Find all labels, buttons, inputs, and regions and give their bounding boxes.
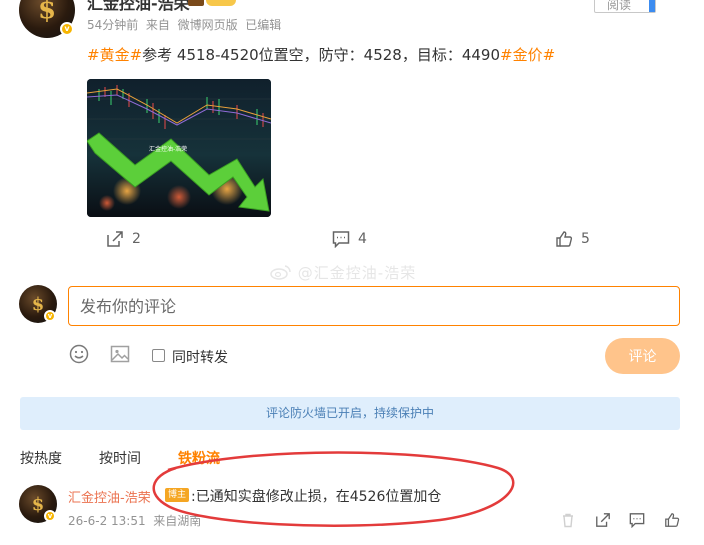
comment-input-box[interactable] bbox=[68, 286, 680, 326]
sort-tab-time[interactable]: 按时间 bbox=[99, 448, 141, 468]
falling-chart-image: 汇金控油-浩荣 bbox=[87, 79, 271, 217]
comment-meta: 26-6-2 13:51 来自湖南 bbox=[68, 512, 201, 529]
post-meta: 54分钟前 来自 微博网页版 已编辑 bbox=[87, 16, 281, 33]
post-author-name[interactable]: 汇金控油-浩荣 bbox=[87, 0, 190, 14]
comment-date: 26-6-2 13:51 bbox=[68, 514, 146, 528]
reply-icon[interactable] bbox=[629, 512, 645, 528]
emoji-icon[interactable] bbox=[69, 344, 89, 364]
sort-tab-hot[interactable]: 按热度 bbox=[20, 448, 62, 468]
comment-count: 4 bbox=[358, 231, 367, 247]
verified-icon: v bbox=[44, 510, 56, 522]
watermark-text: @汇金控油-浩荣 bbox=[297, 264, 417, 282]
image-caption: 汇金控油-浩荣 bbox=[149, 145, 187, 153]
verified-icon: v bbox=[44, 310, 56, 322]
weibo-logo-icon bbox=[270, 265, 291, 280]
comment-icon bbox=[332, 231, 350, 248]
comment-text: :已通知实盘修改止损，在4526位置加仓 bbox=[191, 489, 442, 505]
post-source[interactable]: 微博网页版 bbox=[178, 18, 238, 32]
post-time[interactable]: 54分钟前 bbox=[87, 18, 138, 32]
comment-firewall-notice: 评论防火墙已开启，持续保护中 bbox=[20, 397, 680, 430]
read-accent bbox=[649, 0, 655, 12]
hashtag-price[interactable]: #金价# bbox=[500, 46, 555, 64]
post-image[interactable]: 汇金控油-浩荣 bbox=[87, 79, 271, 217]
like-button[interactable]: 5 bbox=[555, 230, 590, 248]
read-count-button[interactable]: 阅读 bbox=[594, 0, 656, 13]
like-count: 5 bbox=[581, 231, 590, 247]
comment-location: 来自湖南 bbox=[153, 514, 202, 528]
post-content: #黄金#参考 4518-4520位置空，防守：4528，目标：4490#金价# bbox=[87, 44, 555, 65]
verified-icon: v bbox=[60, 22, 74, 36]
image-upload-icon[interactable] bbox=[110, 344, 130, 364]
thumbs-up-icon[interactable] bbox=[664, 512, 680, 528]
also-repost-label[interactable]: 同时转发 bbox=[172, 347, 228, 367]
delete-icon[interactable] bbox=[560, 512, 576, 528]
sort-tab-fans[interactable]: 铁粉流 bbox=[178, 448, 220, 468]
author-badge: 博主 bbox=[165, 488, 189, 502]
read-label: 阅读 bbox=[607, 0, 632, 12]
repost-icon[interactable] bbox=[595, 512, 611, 528]
comment-input[interactable] bbox=[80, 295, 660, 317]
fan-badge-icon bbox=[188, 0, 236, 6]
thumbs-up-icon bbox=[556, 231, 573, 247]
comment-body: 已通知实盘修改止损，在4526位置加仓 bbox=[195, 489, 442, 505]
submit-comment-button[interactable]: 评论 bbox=[605, 338, 680, 374]
repost-button[interactable]: 2 bbox=[106, 230, 141, 248]
hashtag-gold[interactable]: #黄金# bbox=[87, 46, 142, 64]
source-prefix: 来自 bbox=[145, 18, 170, 32]
edited-label[interactable]: 已编辑 bbox=[245, 18, 281, 32]
repost-icon bbox=[107, 231, 123, 247]
repost-count: 2 bbox=[132, 231, 141, 247]
weibo-watermark: @汇金控油-浩荣 bbox=[270, 262, 416, 283]
also-repost-checkbox[interactable] bbox=[152, 349, 165, 362]
post-text: 参考 4518-4520位置空，防守：4528，目标：4490 bbox=[142, 46, 501, 64]
commenter-name[interactable]: 汇金控油-浩荣 bbox=[68, 487, 151, 506]
comment-button[interactable]: 4 bbox=[332, 230, 367, 248]
